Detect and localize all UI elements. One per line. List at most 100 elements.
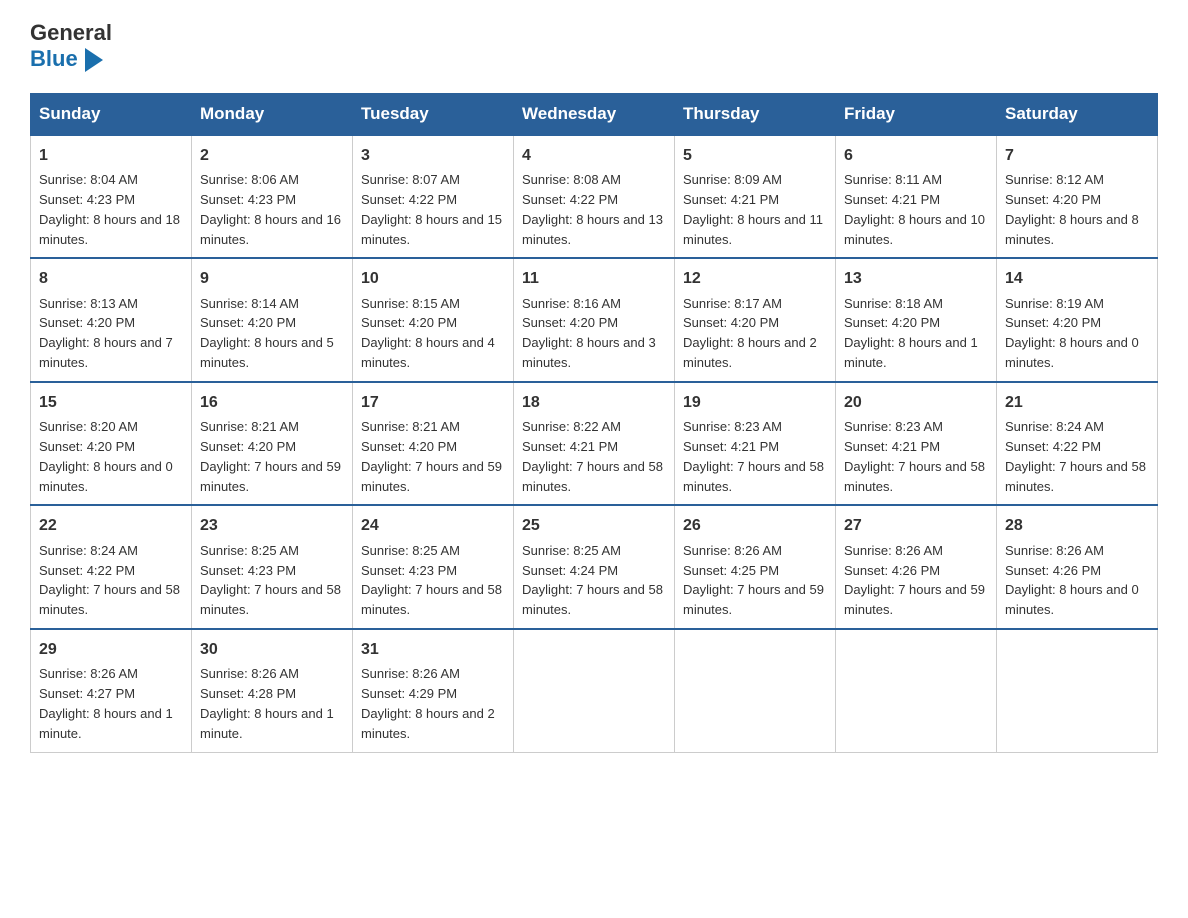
day-number: 22: [39, 514, 183, 537]
day-daylight: Daylight: 7 hours and 59 minutes.: [361, 459, 502, 494]
col-header-saturday: Saturday: [997, 93, 1158, 135]
day-cell: 14 Sunrise: 8:19 AM Sunset: 4:20 PM Dayl…: [997, 258, 1158, 382]
day-sunset: Sunset: 4:27 PM: [39, 686, 135, 701]
day-sunset: Sunset: 4:22 PM: [522, 192, 618, 207]
day-sunset: Sunset: 4:23 PM: [361, 563, 457, 578]
day-daylight: Daylight: 7 hours and 58 minutes.: [200, 582, 341, 617]
day-daylight: Daylight: 8 hours and 3 minutes.: [522, 335, 656, 370]
day-daylight: Daylight: 8 hours and 0 minutes.: [39, 459, 173, 494]
day-sunset: Sunset: 4:25 PM: [683, 563, 779, 578]
day-sunrise: Sunrise: 8:23 AM: [683, 419, 782, 434]
day-cell: 18 Sunrise: 8:22 AM Sunset: 4:21 PM Dayl…: [514, 382, 675, 506]
day-sunrise: Sunrise: 8:25 AM: [522, 543, 621, 558]
week-row-1: 1 Sunrise: 8:04 AM Sunset: 4:23 PM Dayli…: [31, 135, 1158, 259]
day-sunrise: Sunrise: 8:19 AM: [1005, 296, 1104, 311]
day-sunrise: Sunrise: 8:26 AM: [844, 543, 943, 558]
day-sunset: Sunset: 4:20 PM: [200, 315, 296, 330]
day-cell: 22 Sunrise: 8:24 AM Sunset: 4:22 PM Dayl…: [31, 505, 192, 629]
day-daylight: Daylight: 7 hours and 58 minutes.: [683, 459, 824, 494]
week-row-5: 29 Sunrise: 8:26 AM Sunset: 4:27 PM Dayl…: [31, 629, 1158, 752]
day-number: 3: [361, 144, 505, 167]
day-daylight: Daylight: 7 hours and 58 minutes.: [522, 582, 663, 617]
day-sunrise: Sunrise: 8:26 AM: [200, 666, 299, 681]
day-cell: 6 Sunrise: 8:11 AM Sunset: 4:21 PM Dayli…: [836, 135, 997, 259]
day-sunset: Sunset: 4:24 PM: [522, 563, 618, 578]
day-sunset: Sunset: 4:20 PM: [844, 315, 940, 330]
day-sunset: Sunset: 4:26 PM: [844, 563, 940, 578]
day-daylight: Daylight: 8 hours and 15 minutes.: [361, 212, 502, 247]
day-daylight: Daylight: 8 hours and 7 minutes.: [39, 335, 173, 370]
day-sunset: Sunset: 4:28 PM: [200, 686, 296, 701]
day-sunrise: Sunrise: 8:18 AM: [844, 296, 943, 311]
day-cell: 3 Sunrise: 8:07 AM Sunset: 4:22 PM Dayli…: [353, 135, 514, 259]
day-sunrise: Sunrise: 8:22 AM: [522, 419, 621, 434]
day-cell: 1 Sunrise: 8:04 AM Sunset: 4:23 PM Dayli…: [31, 135, 192, 259]
day-sunrise: Sunrise: 8:26 AM: [1005, 543, 1104, 558]
day-cell: 5 Sunrise: 8:09 AM Sunset: 4:21 PM Dayli…: [675, 135, 836, 259]
day-daylight: Daylight: 7 hours and 59 minutes.: [200, 459, 341, 494]
day-sunrise: Sunrise: 8:20 AM: [39, 419, 138, 434]
day-sunset: Sunset: 4:21 PM: [844, 192, 940, 207]
day-daylight: Daylight: 7 hours and 58 minutes.: [361, 582, 502, 617]
day-sunrise: Sunrise: 8:06 AM: [200, 172, 299, 187]
day-number: 8: [39, 267, 183, 290]
day-sunrise: Sunrise: 8:24 AM: [39, 543, 138, 558]
day-cell: 2 Sunrise: 8:06 AM Sunset: 4:23 PM Dayli…: [192, 135, 353, 259]
day-daylight: Daylight: 8 hours and 1 minute.: [200, 706, 334, 741]
day-daylight: Daylight: 8 hours and 4 minutes.: [361, 335, 495, 370]
day-number: 28: [1005, 514, 1149, 537]
day-number: 18: [522, 391, 666, 414]
day-sunset: Sunset: 4:20 PM: [361, 439, 457, 454]
day-number: 6: [844, 144, 988, 167]
day-number: 30: [200, 638, 344, 661]
logo-general-text: General: [30, 20, 112, 46]
day-cell: 30 Sunrise: 8:26 AM Sunset: 4:28 PM Dayl…: [192, 629, 353, 752]
day-cell: 25 Sunrise: 8:25 AM Sunset: 4:24 PM Dayl…: [514, 505, 675, 629]
day-number: 16: [200, 391, 344, 414]
day-sunset: Sunset: 4:20 PM: [361, 315, 457, 330]
day-daylight: Daylight: 8 hours and 18 minutes.: [39, 212, 180, 247]
day-cell: 23 Sunrise: 8:25 AM Sunset: 4:23 PM Dayl…: [192, 505, 353, 629]
day-cell: 19 Sunrise: 8:23 AM Sunset: 4:21 PM Dayl…: [675, 382, 836, 506]
day-number: 26: [683, 514, 827, 537]
day-sunrise: Sunrise: 8:21 AM: [361, 419, 460, 434]
day-cell: 16 Sunrise: 8:21 AM Sunset: 4:20 PM Dayl…: [192, 382, 353, 506]
day-sunrise: Sunrise: 8:12 AM: [1005, 172, 1104, 187]
day-sunrise: Sunrise: 8:25 AM: [361, 543, 460, 558]
day-cell: 27 Sunrise: 8:26 AM Sunset: 4:26 PM Dayl…: [836, 505, 997, 629]
day-number: 1: [39, 144, 183, 167]
day-sunset: Sunset: 4:22 PM: [361, 192, 457, 207]
day-sunrise: Sunrise: 8:21 AM: [200, 419, 299, 434]
day-daylight: Daylight: 8 hours and 16 minutes.: [200, 212, 341, 247]
day-sunset: Sunset: 4:29 PM: [361, 686, 457, 701]
week-row-4: 22 Sunrise: 8:24 AM Sunset: 4:22 PM Dayl…: [31, 505, 1158, 629]
day-number: 21: [1005, 391, 1149, 414]
logo: General Blue: [30, 20, 112, 73]
col-header-thursday: Thursday: [675, 93, 836, 135]
day-cell: 31 Sunrise: 8:26 AM Sunset: 4:29 PM Dayl…: [353, 629, 514, 752]
day-daylight: Daylight: 8 hours and 2 minutes.: [683, 335, 817, 370]
day-number: 7: [1005, 144, 1149, 167]
day-daylight: Daylight: 8 hours and 11 minutes.: [683, 212, 823, 247]
day-cell: 4 Sunrise: 8:08 AM Sunset: 4:22 PM Dayli…: [514, 135, 675, 259]
day-daylight: Daylight: 7 hours and 58 minutes.: [522, 459, 663, 494]
day-cell: [514, 629, 675, 752]
day-sunrise: Sunrise: 8:07 AM: [361, 172, 460, 187]
day-cell: [997, 629, 1158, 752]
calendar-header-row: SundayMondayTuesdayWednesdayThursdayFrid…: [31, 93, 1158, 135]
day-sunrise: Sunrise: 8:17 AM: [683, 296, 782, 311]
day-sunset: Sunset: 4:23 PM: [39, 192, 135, 207]
day-sunset: Sunset: 4:23 PM: [200, 563, 296, 578]
calendar-table: SundayMondayTuesdayWednesdayThursdayFrid…: [30, 93, 1158, 753]
day-sunrise: Sunrise: 8:08 AM: [522, 172, 621, 187]
day-sunrise: Sunrise: 8:15 AM: [361, 296, 460, 311]
logo-blue-text: Blue: [30, 46, 112, 72]
col-header-monday: Monday: [192, 93, 353, 135]
day-sunset: Sunset: 4:22 PM: [1005, 439, 1101, 454]
day-sunset: Sunset: 4:20 PM: [683, 315, 779, 330]
day-number: 17: [361, 391, 505, 414]
logo-triangle-icon: [85, 48, 103, 72]
day-daylight: Daylight: 8 hours and 1 minute.: [844, 335, 978, 370]
day-cell: 8 Sunrise: 8:13 AM Sunset: 4:20 PM Dayli…: [31, 258, 192, 382]
day-cell: 26 Sunrise: 8:26 AM Sunset: 4:25 PM Dayl…: [675, 505, 836, 629]
